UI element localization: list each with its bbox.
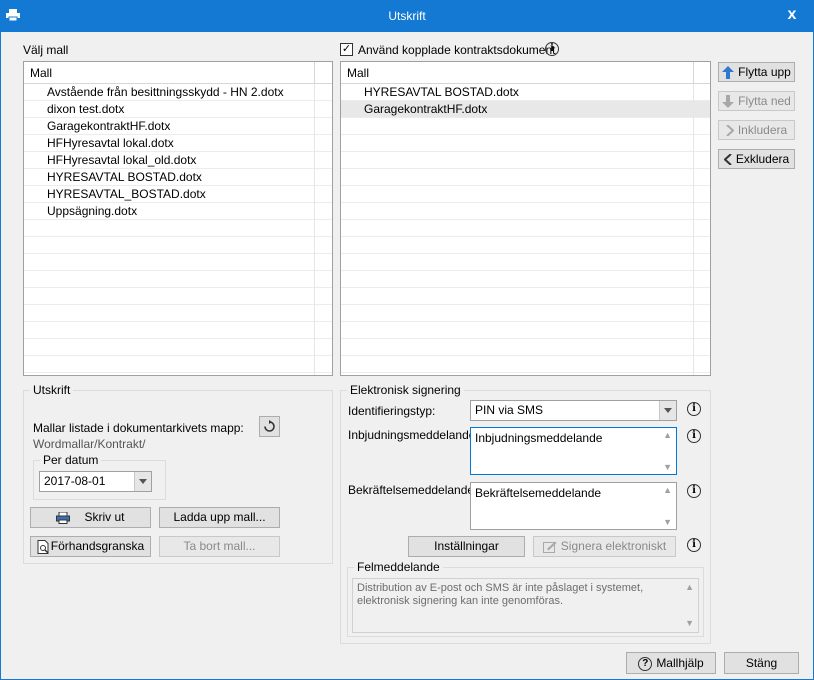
info-icon[interactable]: i [687, 538, 701, 552]
esign-group-title: Elektronisk signering [347, 383, 464, 397]
window-title: Utskrift [388, 9, 426, 23]
info-icon[interactable]: i [687, 429, 701, 443]
linked-templates-header[interactable]: Mall [341, 62, 710, 84]
arrow-up-icon [722, 66, 735, 80]
move-down-button[interactable]: Flytta ned [718, 91, 795, 111]
id-type-label: Identifieringstyp: [348, 404, 436, 418]
empty-row [341, 254, 710, 271]
chevron-left-icon [723, 154, 732, 166]
left-row[interactable]: Uppsägning.dotx [24, 203, 332, 220]
exclude-button[interactable]: Exkludera [718, 149, 795, 169]
empty-row [341, 135, 710, 152]
chevron-down-icon[interactable] [134, 472, 151, 491]
print-group-title: Utskrift [30, 383, 74, 397]
left-row[interactable]: HYRESAVTAL BOSTAD.dotx [24, 169, 332, 186]
scroll-down-icon[interactable]: ▼ [685, 617, 694, 630]
id-type-select[interactable]: PIN via SMS [470, 400, 677, 421]
linked-templates-list[interactable]: Mall HYRESAVTAL BOSTAD.dotx Garagekontrak… [340, 61, 711, 376]
folder-label: Mallar listade i dokumentarkivets mapp: [33, 421, 244, 435]
invite-message-input[interactable]: Inbjudningsmeddelande ▲ ▼ [470, 427, 677, 475]
empty-row [341, 288, 710, 305]
empty-row [24, 237, 332, 254]
settings-button[interactable]: Inställningar [408, 536, 525, 557]
empty-row [341, 339, 710, 356]
delete-template-button[interactable]: Ta bort mall... [159, 536, 280, 557]
arrow-down-icon [722, 95, 735, 109]
empty-row [24, 288, 332, 305]
empty-row [341, 186, 710, 203]
preview-button[interactable]: Förhandsgranska [30, 536, 151, 557]
right-row[interactable]: GaragekontraktHF.dotx [341, 101, 710, 118]
folder-path: Wordmallar/Kontrakt/ [33, 437, 146, 451]
empty-row [341, 169, 710, 186]
info-icon[interactable]: i [687, 484, 701, 498]
sign-icon [542, 541, 557, 553]
left-row[interactable]: Avstående från besittningsskydd - HN 2.d… [24, 84, 332, 101]
empty-row [341, 203, 710, 220]
empty-row [341, 237, 710, 254]
left-row[interactable]: HYRESAVTAL_BOSTAD.dotx [24, 186, 332, 203]
available-templates-header[interactable]: Mall [24, 62, 332, 84]
title-bar: Utskrift x [0, 0, 814, 32]
move-up-button[interactable]: Flytta upp [718, 62, 795, 82]
date-picker[interactable]: 2017-08-01 [39, 471, 152, 492]
printer-icon [56, 511, 71, 524]
left-row[interactable]: HFHyresavtal lokal_old.dotx [24, 152, 332, 169]
use-linked-docs-label: Använd kopplade kontraktsdokument [358, 43, 556, 57]
confirm-message-label: Bekräftelsemeddelande: [348, 483, 478, 497]
error-message-box: Distribution av E-post och SMS är inte p… [352, 578, 699, 633]
empty-row [341, 118, 710, 135]
empty-row [341, 220, 710, 237]
refresh-icon [264, 420, 275, 432]
invite-message-label: Inbjudningsmeddelande: [348, 428, 479, 442]
dialog-client: Välj mall Mall Avstående från besittning… [0, 32, 814, 680]
empty-row [24, 322, 332, 339]
right-row[interactable]: HYRESAVTAL BOSTAD.dotx [341, 84, 710, 101]
empty-row [341, 271, 710, 288]
chevron-down-icon[interactable] [659, 401, 676, 420]
chevron-right-icon [726, 125, 734, 137]
date-group-title: Per datum [40, 453, 102, 467]
empty-row [341, 152, 710, 169]
print-button[interactable]: Skriv ut [30, 507, 151, 528]
confirm-message-input[interactable]: Bekräftelsemeddelande ▲ ▼ [470, 482, 677, 530]
empty-row [24, 305, 332, 322]
empty-row [341, 356, 710, 373]
empty-row [24, 356, 332, 373]
info-icon[interactable]: i [687, 402, 701, 416]
empty-row [24, 220, 332, 237]
empty-row [24, 254, 332, 271]
empty-row [24, 271, 332, 288]
scroll-up-icon[interactable]: ▲ [663, 430, 672, 440]
include-button[interactable]: Inkludera [718, 120, 795, 140]
empty-row [341, 305, 710, 322]
choose-template-label: Välj mall [23, 43, 69, 57]
help-button[interactable]: ? Mallhjälp [626, 652, 716, 674]
close-button[interactable]: Stäng [724, 652, 799, 674]
upload-template-button[interactable]: Ladda upp mall... [159, 507, 280, 528]
scroll-up-icon[interactable]: ▲ [685, 581, 694, 594]
empty-row [341, 322, 710, 339]
info-icon[interactable]: i [545, 42, 559, 56]
help-icon: ? [638, 656, 653, 671]
use-linked-docs-checkbox[interactable]: ✓ [340, 43, 353, 56]
empty-row [24, 339, 332, 356]
scroll-down-icon[interactable]: ▼ [663, 462, 672, 472]
left-row[interactable]: GaragekontraktHF.dotx [24, 118, 332, 135]
scroll-up-icon[interactable]: ▲ [663, 485, 672, 495]
sign-electronically-button[interactable]: Signera elektroniskt [533, 536, 676, 557]
refresh-button[interactable] [259, 416, 280, 437]
preview-icon [37, 539, 49, 554]
available-templates-list[interactable]: Mall Avstående från besittningsskydd - H… [23, 61, 333, 376]
left-row[interactable]: HFHyresavtal lokal.dotx [24, 135, 332, 152]
left-row[interactable]: dixon test.dotx [24, 101, 332, 118]
close-window-button[interactable]: x [784, 6, 800, 24]
scroll-down-icon[interactable]: ▼ [663, 517, 672, 527]
error-group-title: Felmeddelande [354, 560, 443, 574]
